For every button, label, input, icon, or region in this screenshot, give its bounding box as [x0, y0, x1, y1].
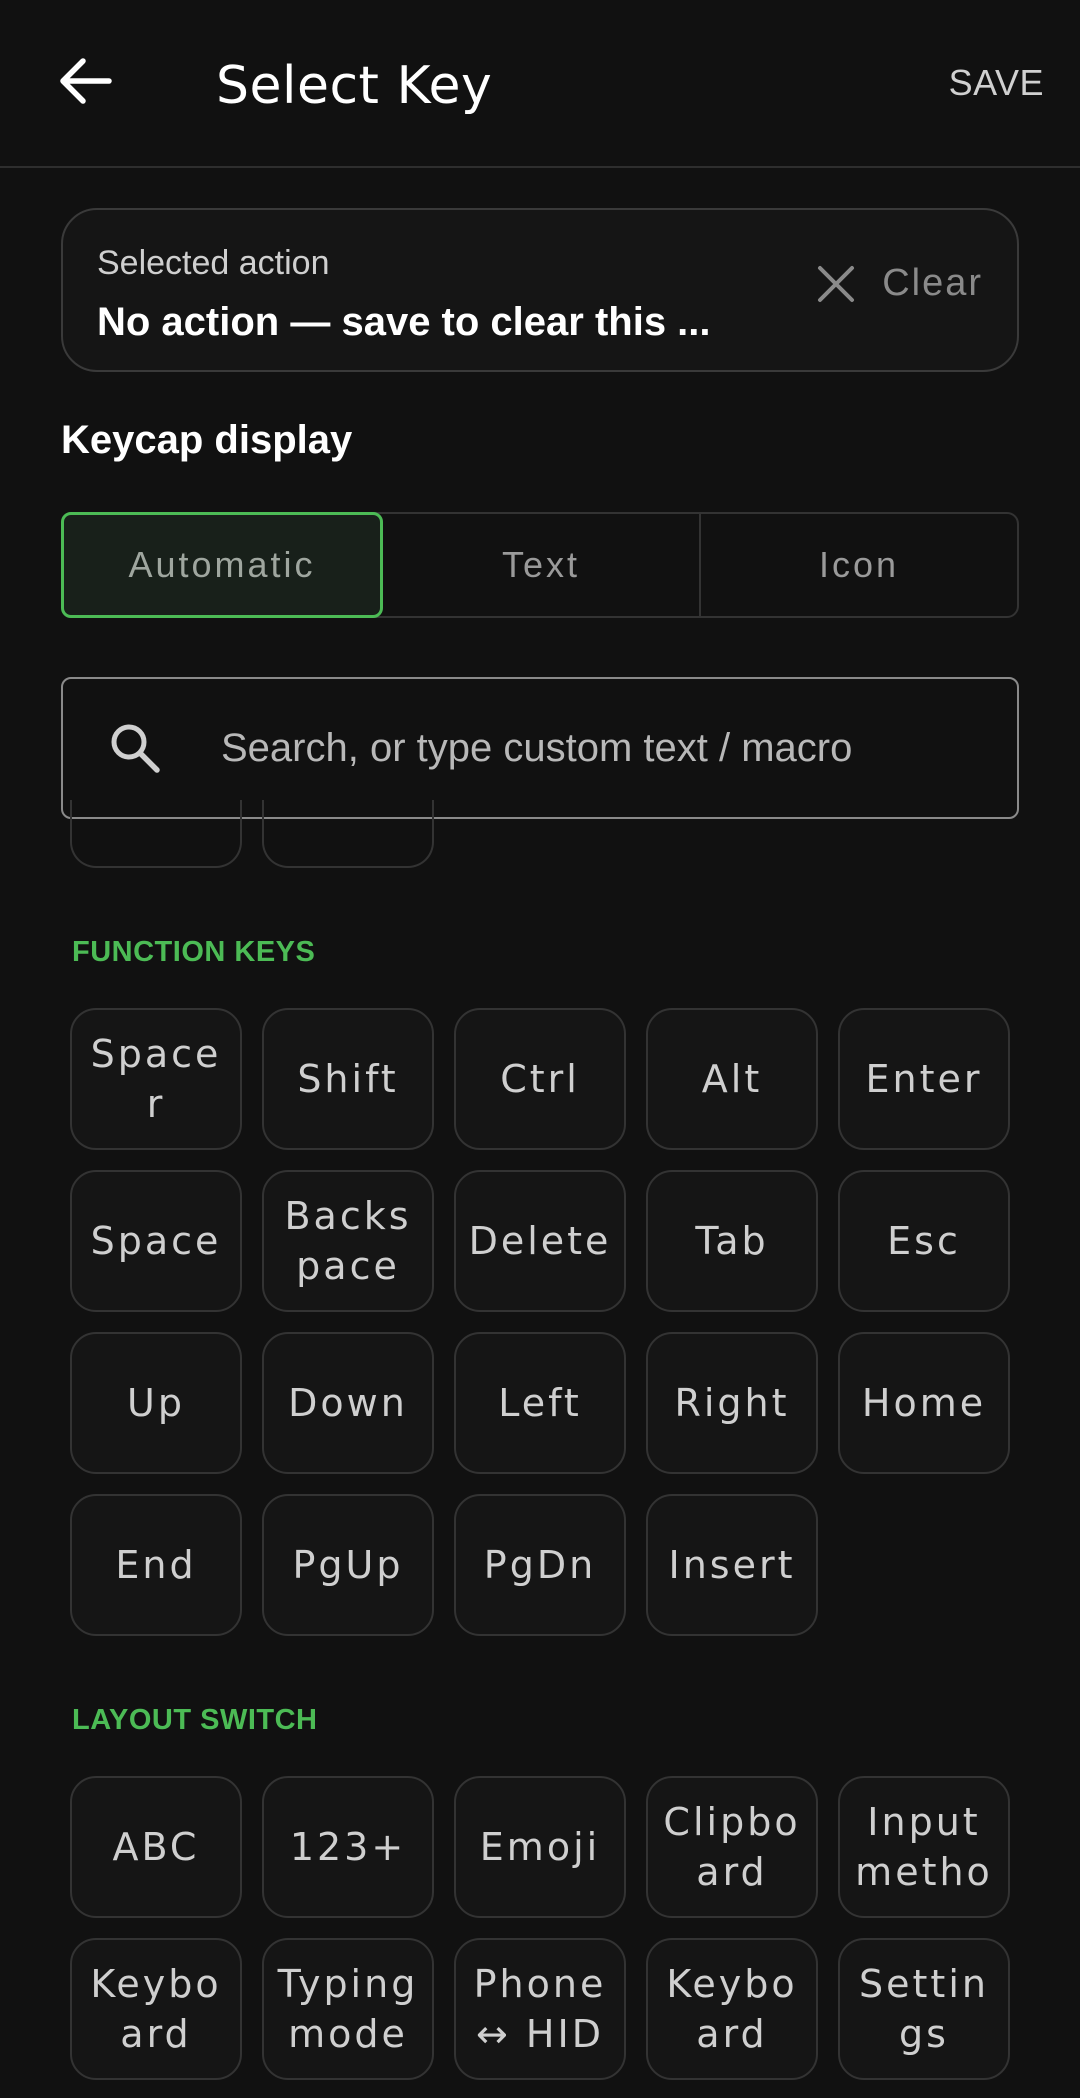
clear-label: Clear — [882, 262, 983, 304]
key-button[interactable]: PgDn — [454, 1494, 626, 1636]
key-button[interactable]: Down — [262, 1332, 434, 1474]
close-icon — [818, 265, 855, 302]
selected-action-value: No action — save to clear this ... — [97, 300, 711, 344]
key-button[interactable]: Space — [70, 1170, 242, 1312]
keycap-option-icon[interactable]: Icon — [701, 514, 1017, 616]
key-button[interactable]: Backs pace — [262, 1170, 434, 1312]
key-button[interactable]: Left — [454, 1332, 626, 1474]
key-button[interactable]: Insert — [646, 1494, 818, 1636]
key-button[interactable]: Typing mode — [262, 1938, 434, 2080]
key-button[interactable]: Tab — [646, 1170, 818, 1312]
key-button[interactable]: Keybo ard — [646, 1938, 818, 2080]
keycap-option-automatic[interactable]: Automatic — [61, 512, 383, 618]
key-button[interactable]: 123+ — [262, 1776, 434, 1918]
key-button[interactable]: Clipbo ard — [646, 1776, 818, 1918]
key-button[interactable]: ABC — [70, 1776, 242, 1918]
search-input[interactable] — [219, 724, 1017, 772]
key-button[interactable]: Delete — [454, 1170, 626, 1312]
key-button[interactable]: Right — [646, 1332, 818, 1474]
partial-key[interactable] — [70, 800, 242, 868]
key-button[interactable]: End — [70, 1494, 242, 1636]
clear-button[interactable]: Clear — [816, 262, 983, 305]
key-button[interactable]: Enter — [838, 1008, 1010, 1150]
key-button[interactable]: Home — [838, 1332, 1010, 1474]
key-button[interactable]: Settin gs — [838, 1938, 1010, 2080]
key-button[interactable]: Ctrl — [454, 1008, 626, 1150]
page-title: Select Key — [216, 56, 493, 116]
search-field[interactable] — [61, 677, 1019, 819]
key-button[interactable]: Phone ↔ HID — [454, 1938, 626, 2080]
keycap-display-selector: Automatic Text Icon — [61, 512, 1019, 618]
key-button[interactable]: Space r — [70, 1008, 242, 1150]
selected-action-card: Selected action No action — save to clea… — [61, 208, 1019, 372]
key-button[interactable]: Input metho — [838, 1776, 1010, 1918]
function-keys-title: FUNCTION KEYS — [72, 936, 316, 968]
key-button[interactable]: Alt — [646, 1008, 818, 1150]
selected-action-label: Selected action — [97, 244, 330, 282]
key-button[interactable]: Up — [70, 1332, 242, 1474]
layout-switch-title: LAYOUT SWITCH — [72, 1704, 318, 1736]
partial-key[interactable] — [262, 800, 434, 868]
keycap-display-heading: Keycap display — [61, 418, 353, 462]
keycap-option-text[interactable]: Text — [383, 514, 701, 616]
key-button[interactable]: Keybo ard — [70, 1938, 242, 2080]
key-button[interactable]: Esc — [838, 1170, 1010, 1312]
key-button[interactable]: Shift — [262, 1008, 434, 1150]
key-button[interactable]: PgUp — [262, 1494, 434, 1636]
back-button[interactable] — [40, 36, 130, 126]
app-bar: Select Key SAVE — [0, 0, 1080, 168]
arrow-left-icon — [60, 58, 112, 104]
key-button[interactable]: Emoji — [454, 1776, 626, 1918]
search-icon — [105, 718, 165, 778]
save-button[interactable]: SAVE — [949, 62, 1044, 104]
